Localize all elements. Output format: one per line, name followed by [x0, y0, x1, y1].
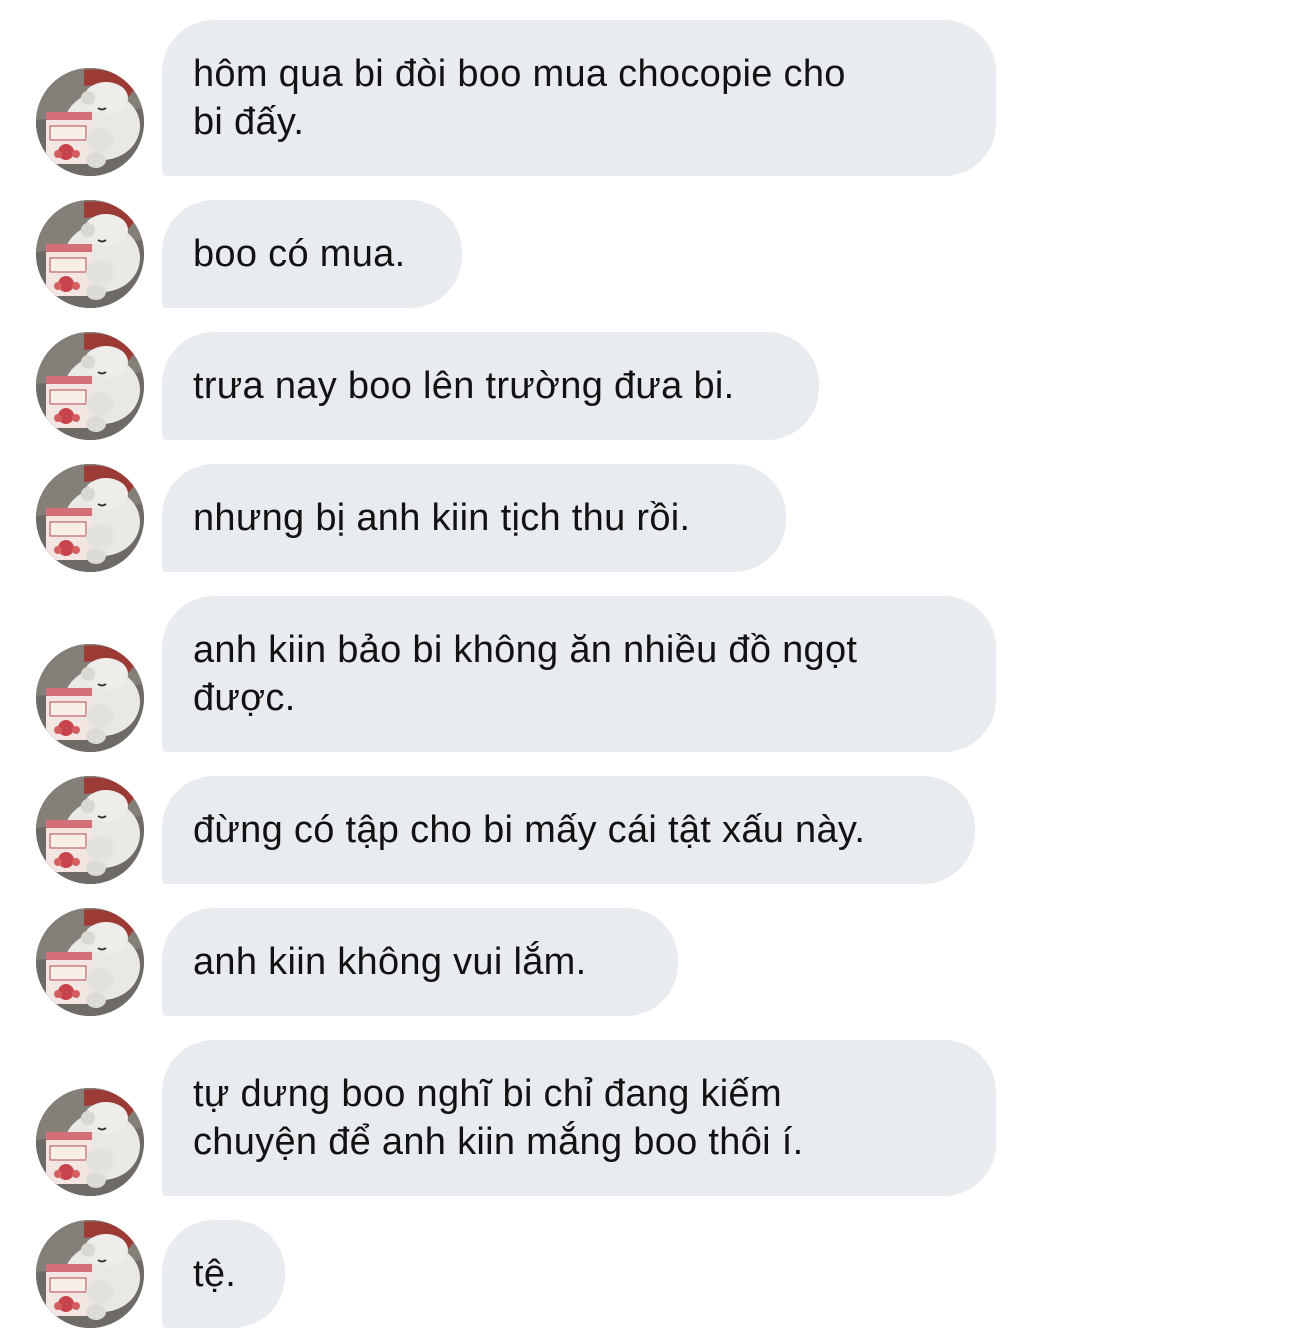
sender-avatar[interactable] — [36, 1088, 144, 1196]
sender-avatar[interactable] — [36, 644, 144, 752]
message-text: tự dưng boo nghĩ bi chỉ đang kiếm chuyện… — [193, 1073, 804, 1163]
message-bubble[interactable]: boo có mua. — [162, 200, 462, 308]
sender-avatar[interactable] — [36, 464, 144, 572]
message-row: trưa nay boo lên trường đưa bi. — [0, 332, 1290, 440]
sender-avatar[interactable] — [36, 68, 144, 176]
message-row: nhưng bị anh kiin tịch thu rồi. — [0, 464, 1290, 572]
message-bubble[interactable]: anh kiin không vui lắm. — [162, 908, 678, 1016]
message-text: nhưng bị anh kiin tịch thu rồi. — [193, 497, 691, 539]
message-row: anh kiin bảo bi không ăn nhiều đồ ngọt đ… — [0, 596, 1290, 752]
message-row: boo có mua. — [0, 200, 1290, 308]
message-bubble[interactable]: hôm qua bi đòi boo mua chocopie cho bi đ… — [162, 20, 996, 176]
message-row: tự dưng boo nghĩ bi chỉ đang kiếm chuyện… — [0, 1040, 1290, 1196]
sender-avatar[interactable] — [36, 200, 144, 308]
sender-avatar[interactable] — [36, 776, 144, 884]
message-row: hôm qua bi đòi boo mua chocopie cho bi đ… — [0, 20, 1290, 176]
bear-avatar-icon — [36, 332, 144, 440]
sender-avatar[interactable] — [36, 1220, 144, 1328]
message-bubble[interactable]: nhưng bị anh kiin tịch thu rồi. — [162, 464, 786, 572]
bear-avatar-icon — [36, 776, 144, 884]
message-row: tệ. — [0, 1220, 1290, 1328]
bear-avatar-icon — [36, 644, 144, 752]
message-text: boo có mua. — [193, 233, 406, 275]
message-bubble[interactable]: anh kiin bảo bi không ăn nhiều đồ ngọt đ… — [162, 596, 996, 752]
message-text: hôm qua bi đòi boo mua chocopie cho bi đ… — [193, 53, 846, 143]
bear-avatar-icon — [36, 1220, 144, 1328]
message-thread: hôm qua bi đòi boo mua chocopie cho bi đ… — [0, 0, 1290, 1338]
message-text: trưa nay boo lên trường đưa bi. — [193, 365, 735, 407]
bear-avatar-icon — [36, 1088, 144, 1196]
bear-avatar-icon — [36, 200, 144, 308]
bear-avatar-icon — [36, 68, 144, 176]
message-row: đừng có tập cho bi mấy cái tật xấu này. — [0, 776, 1290, 884]
message-text: anh kiin bảo bi không ăn nhiều đồ ngọt đ… — [193, 629, 858, 719]
sender-avatar[interactable] — [36, 908, 144, 1016]
message-text: tệ. — [193, 1253, 237, 1295]
sender-avatar[interactable] — [36, 332, 144, 440]
message-row: anh kiin không vui lắm. — [0, 908, 1290, 1016]
message-bubble[interactable]: trưa nay boo lên trường đưa bi. — [162, 332, 819, 440]
message-bubble[interactable]: tệ. — [162, 1220, 285, 1328]
message-bubble[interactable]: tự dưng boo nghĩ bi chỉ đang kiếm chuyện… — [162, 1040, 996, 1196]
message-text: anh kiin không vui lắm. — [193, 941, 587, 983]
bear-avatar-icon — [36, 464, 144, 572]
bear-avatar-icon — [36, 908, 144, 1016]
message-bubble[interactable]: đừng có tập cho bi mấy cái tật xấu này. — [162, 776, 975, 884]
message-text: đừng có tập cho bi mấy cái tật xấu này. — [193, 809, 866, 851]
